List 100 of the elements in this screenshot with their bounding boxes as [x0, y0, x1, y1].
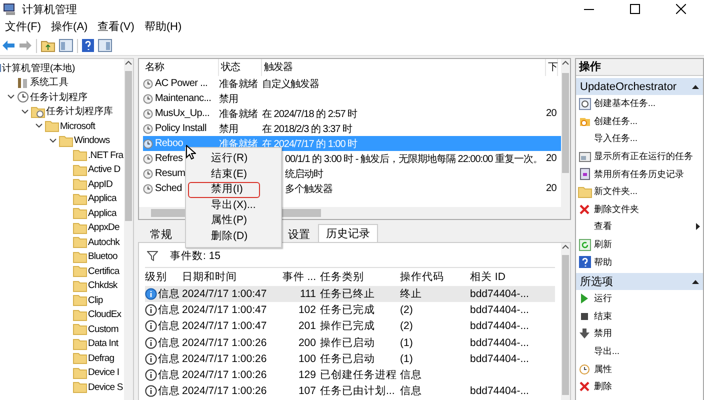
scrollbar[interactable] — [124, 59, 133, 400]
menu-item[interactable]: 帮助(H) — [139, 18, 187, 36]
scrollbar[interactable] — [561, 59, 570, 207]
panel-icon[interactable] — [59, 39, 73, 52]
tree-item[interactable]: Applica — [88, 208, 116, 219]
column-header[interactable]: 操作代码 — [400, 271, 444, 283]
tree-item[interactable]: Clip — [88, 294, 103, 306]
collapse-icon[interactable] — [692, 84, 699, 89]
collapse-chevron-icon[interactable] — [7, 94, 15, 100]
correlation-id: bdd74404-... — [470, 385, 529, 398]
action-item[interactable]: 运行 — [576, 290, 703, 308]
action-item[interactable]: 导入任务... — [576, 130, 703, 148]
tree-item[interactable]: AppxDe — [88, 222, 120, 234]
scrollbar[interactable] — [561, 243, 570, 400]
action-item[interactable]: 显示所有正在运行的任务 — [576, 148, 703, 166]
tab[interactable]: 设置 — [280, 226, 318, 242]
back-arrow-icon[interactable] — [2, 40, 15, 51]
panel-icon[interactable] — [98, 39, 112, 52]
task-name[interactable]: MusUx_Up... — [155, 108, 210, 119]
column-header[interactable]: 任务类别 — [320, 271, 364, 283]
column-header[interactable]: 状态 — [219, 59, 262, 76]
tree-item[interactable]: Bluetoo — [88, 251, 118, 262]
action-item[interactable]: 禁用 — [576, 325, 703, 343]
column-header[interactable]: 级别 — [145, 270, 167, 284]
column-header[interactable]: 日期和时间 — [182, 271, 237, 283]
task-name[interactable]: Refres — [155, 153, 183, 164]
column-header[interactable]: 名称 — [143, 59, 219, 76]
tree-item[interactable]: Microsoft — [60, 120, 95, 132]
filter-icon[interactable] — [147, 251, 158, 261]
tree-item[interactable]: Applica — [88, 193, 116, 204]
tree-item[interactable]: .NET Fra — [88, 150, 124, 161]
tree-item[interactable]: Certifica — [88, 266, 120, 277]
tree-item[interactable]: Windows — [74, 135, 110, 146]
folder-icon — [73, 338, 87, 350]
task-name[interactable]: Sched — [155, 183, 182, 194]
context-menu-item[interactable]: 禁用(I) — [188, 182, 260, 198]
folder-icon — [59, 134, 73, 147]
context-menu-item[interactable]: 结束(E) — [188, 166, 260, 182]
column-header[interactable]: 下 — [546, 59, 558, 76]
menu-item[interactable]: 文件(F) — [0, 18, 46, 36]
action-item[interactable]: 导出... — [576, 342, 703, 360]
tree-item[interactable]: Device S — [88, 382, 123, 393]
task-name[interactable]: AC Power ... — [155, 78, 208, 89]
column-header[interactable]: 事件 ... — [282, 271, 316, 283]
context-menu-item[interactable]: 导出(X)... — [188, 198, 260, 213]
context-menu-item[interactable]: 删除(D) — [188, 228, 260, 244]
collapse-icon[interactable] — [692, 278, 699, 284]
event-row[interactable]: 信息 2024/7/17 1:00:47 102 任务已完成 (2) bdd74404-... — [145, 302, 555, 318]
column-header[interactable]: 相关 ID — [470, 271, 506, 283]
tree-item[interactable]: 系统工具 — [30, 76, 68, 90]
action-item[interactable]: 帮助 — [576, 253, 703, 271]
help-icon[interactable] — [82, 39, 94, 52]
event-row[interactable]: 信息 2024/7/17 1:00:47 111 任务已终止 终止 bdd74404-... — [145, 286, 555, 302]
tab[interactable]: 常规 — [142, 226, 180, 242]
task-name[interactable]: Policy Install — [155, 123, 206, 134]
event-row[interactable]: 信息 2024/7/17 1:00:26 200 操作已启动 (1) bdd74404-... — [145, 334, 555, 351]
tree-item[interactable]: CloudEx — [88, 309, 122, 320]
action-item[interactable]: 属性 — [576, 360, 703, 378]
event-row[interactable]: 信息 2024/7/17 1:00:26 107 任务已由计划... 信息 bdd74404-... — [145, 383, 555, 400]
action-item[interactable]: 查看 — [576, 218, 703, 236]
tab[interactable]: 历史记录 — [318, 224, 378, 242]
tree-item[interactable]: Data Int — [88, 338, 118, 350]
tree-item[interactable]: 任务计划程序 — [30, 90, 88, 104]
action-item[interactable]: 创建任务... — [576, 112, 703, 130]
menu-item[interactable]: 操作(A) — [46, 18, 93, 36]
tree-item[interactable]: 任务计划程序库 — [46, 105, 114, 118]
column-header[interactable]: 触发器 — [262, 59, 546, 76]
tree-item[interactable]: Defrag — [88, 352, 114, 364]
event-row[interactable]: 信息 2024/7/17 1:00:26 129 已创建任务进程 信息 — [145, 366, 555, 384]
section-header[interactable]: UpdateOrchestrator — [576, 78, 703, 95]
tree-item[interactable]: 计算机管理(本地) — [2, 62, 75, 75]
menu-item[interactable]: 查看(V) — [92, 18, 140, 36]
task-name[interactable]: Resum — [155, 168, 186, 179]
folder-up-icon[interactable] — [41, 39, 55, 52]
action-item[interactable]: 禁用所有任务历史记录 — [576, 165, 703, 183]
collapse-chevron-icon[interactable] — [49, 138, 57, 144]
section-title: UpdateOrchestrator — [580, 80, 677, 92]
action-item[interactable]: 删除 — [576, 378, 703, 396]
tree-item[interactable]: AppID — [88, 178, 112, 190]
collapse-chevron-icon[interactable] — [21, 108, 29, 115]
section-header[interactable]: 所选项 — [576, 272, 703, 290]
task-name[interactable]: Maintenanc... — [155, 93, 212, 104]
tree-item[interactable]: Chkdsk — [88, 280, 118, 292]
event-row[interactable]: 信息 2024/7/17 1:00:47 201 操作已完成 (2) bdd74404-... — [145, 318, 555, 335]
task-category: 操作已完成 — [320, 320, 375, 332]
action-item[interactable]: 删除文件夹 — [576, 200, 703, 218]
tree-item[interactable]: Autochk — [88, 236, 120, 248]
tree-item[interactable]: Custom — [88, 324, 118, 335]
collapse-chevron-icon[interactable] — [35, 123, 43, 130]
event-row[interactable]: 信息 2024/7/17 1:00:26 100 任务已启动 (1) bdd74404-... — [145, 350, 555, 367]
action-item[interactable]: 结束 — [576, 308, 703, 326]
action-item[interactable]: 创建基本任务... — [576, 95, 703, 113]
tree-item[interactable]: Device I — [88, 367, 120, 378]
tree-item[interactable]: Active D — [88, 164, 120, 176]
action-item[interactable]: 新文件夹... — [576, 182, 703, 201]
context-menu-item[interactable]: 属性(P) — [188, 213, 260, 228]
event-id: 107 — [298, 385, 316, 398]
next-run-time: 20 — [546, 153, 557, 164]
action-item[interactable]: 刷新 — [576, 236, 703, 254]
clock-icon — [17, 91, 29, 104]
